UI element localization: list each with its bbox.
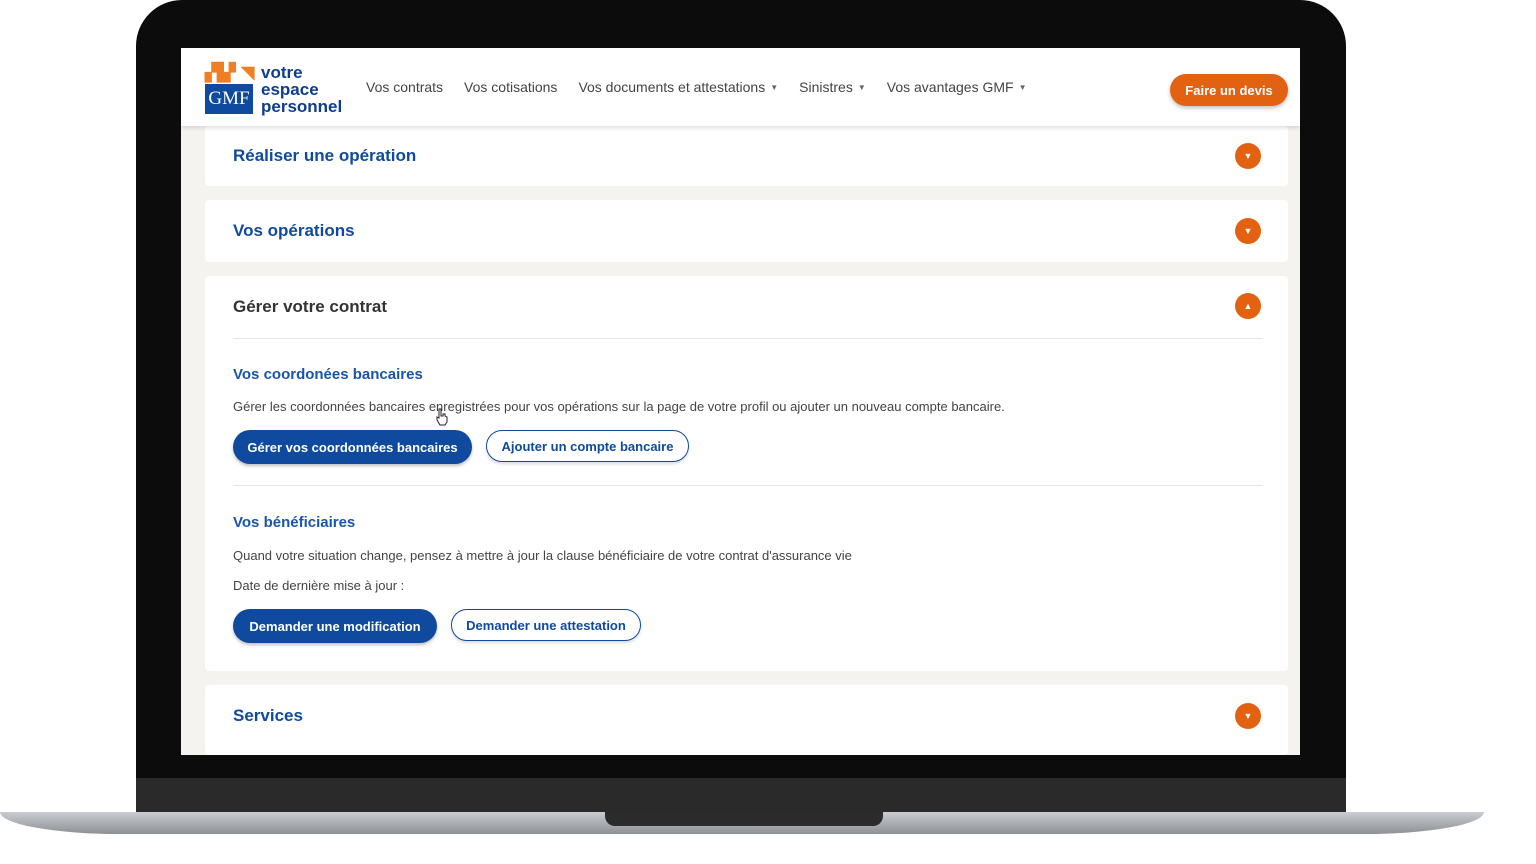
gmf-logo-mark: ▞▙▘◥ GMF [205, 63, 254, 116]
logo-wordmark: votre espace personnel [261, 64, 342, 115]
chevron-down-icon[interactable]: ▼ [1235, 218, 1261, 244]
chevron-down-icon[interactable]: ▼ [1235, 143, 1261, 169]
accordion-title: Vos opérations [233, 221, 355, 240]
laptop-hinge [136, 778, 1346, 816]
bancaires-title: Vos coordonées bancaires [233, 366, 423, 383]
bancaires-description: Gérer les coordonnées bancaires enregist… [233, 399, 1005, 414]
nav-label: Vos documents et attestations [578, 79, 766, 95]
beneficiaires-description: Quand votre situation change, pensez à m… [233, 548, 852, 563]
accordion-vos-operations[interactable]: Vos opérations ▼ [205, 200, 1288, 262]
gmf-logo[interactable]: ▞▙▘◥ GMF votre espace personnel [205, 64, 349, 116]
chevron-down-icon: ▼ [770, 82, 779, 92]
logo-line-1: votre [261, 63, 303, 82]
chevron-up-icon[interactable]: ▲ [1235, 293, 1261, 319]
accordion-title: Services [233, 706, 303, 725]
nav-sinistres[interactable]: Sinistres ▼ [799, 79, 866, 95]
logo-figures-icon: ▞▙▘◥ [205, 63, 254, 82]
hand-cursor-icon [436, 408, 448, 426]
demander-attestation-button[interactable]: Demander une attestation [451, 609, 641, 641]
logo-line-3: personnel [261, 97, 343, 116]
nav-label: Vos avantages GMF [886, 79, 1014, 95]
nav-label: Vos cotisations [464, 79, 558, 95]
main-nav: Vos contrats Vos cotisations Vos documen… [366, 79, 1048, 95]
accordion-services[interactable]: Services ▼ [205, 685, 1288, 755]
site-header: ▞▙▘◥ GMF votre espace personnel Vos cont… [181, 48, 1300, 126]
beneficiaires-title: Vos bénéficiaires [233, 514, 356, 531]
nav-label: Sinistres [799, 79, 853, 95]
chevron-down-icon: ▼ [857, 82, 866, 92]
chevron-down-icon: ▼ [1018, 82, 1027, 92]
faire-un-devis-button[interactable]: Faire un devis [1170, 74, 1288, 106]
ajouter-compte-button[interactable]: Ajouter un compte bancaire [486, 430, 689, 462]
beneficiaires-date-label: Date de dernière mise à jour : [233, 578, 405, 593]
accordion-title: Réaliser une opération [233, 146, 417, 165]
browser-viewport: ▞▙▘◥ GMF votre espace personnel Vos cont… [181, 48, 1300, 755]
accordion-realiser-operation[interactable]: Réaliser une opération ▼ [205, 126, 1288, 186]
chevron-down-icon[interactable]: ▼ [1235, 703, 1261, 729]
laptop-notch [605, 812, 883, 826]
gerer-coordonnees-button[interactable]: Gérer vos coordonnées bancaires [233, 430, 472, 464]
logo-line-2: espace [261, 80, 319, 99]
nav-vos-contrats[interactable]: Vos contrats [366, 79, 443, 95]
logo-gmf-text: GMF [205, 84, 253, 114]
section-divider [233, 338, 1263, 339]
accordion-gerer-contrat: Gérer votre contrat ▲ Vos coordonées ban… [205, 276, 1288, 671]
nav-vos-avantages[interactable]: Vos avantages GMF ▼ [887, 79, 1027, 95]
nav-label: Vos contrats [366, 79, 444, 95]
section-divider [233, 485, 1263, 486]
demander-modification-button[interactable]: Demander une modification [233, 609, 437, 643]
accordion-title[interactable]: Gérer votre contrat [233, 297, 387, 317]
nav-vos-documents[interactable]: Vos documents et attestations ▼ [578, 79, 778, 95]
nav-vos-cotisations[interactable]: Vos cotisations [464, 79, 557, 95]
